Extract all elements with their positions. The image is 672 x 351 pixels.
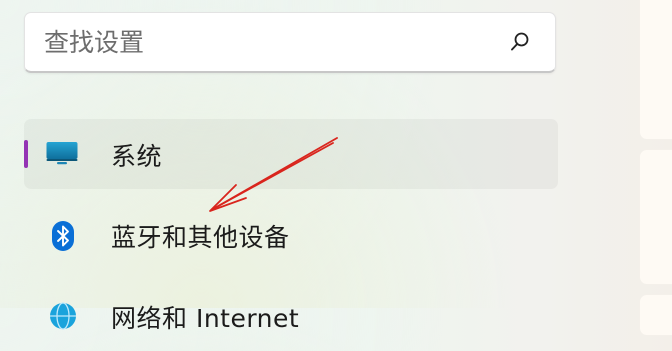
content-card: [639, 294, 672, 336]
nav-item-label: 系统: [111, 142, 163, 171]
bluetooth-icon: [52, 221, 74, 251]
network-icon: [50, 302, 76, 330]
content-card: [639, 149, 672, 285]
nav-item-bluetooth-devices[interactable]: 蓝牙和其他设备: [24, 200, 558, 270]
search-icon[interactable]: [509, 31, 531, 53]
selection-indicator: [24, 140, 28, 168]
nav-item-label: 蓝牙和其他设备: [111, 223, 290, 252]
content-card: [639, 0, 672, 140]
nav-item-label: 网络和 Internet: [111, 304, 300, 333]
nav-item-network-internet[interactable]: 网络和 Internet: [24, 281, 558, 351]
display-icon: [46, 142, 78, 165]
nav-item-system[interactable]: 系统: [24, 119, 558, 189]
search-box[interactable]: [24, 12, 556, 73]
search-input[interactable]: [44, 13, 484, 71]
